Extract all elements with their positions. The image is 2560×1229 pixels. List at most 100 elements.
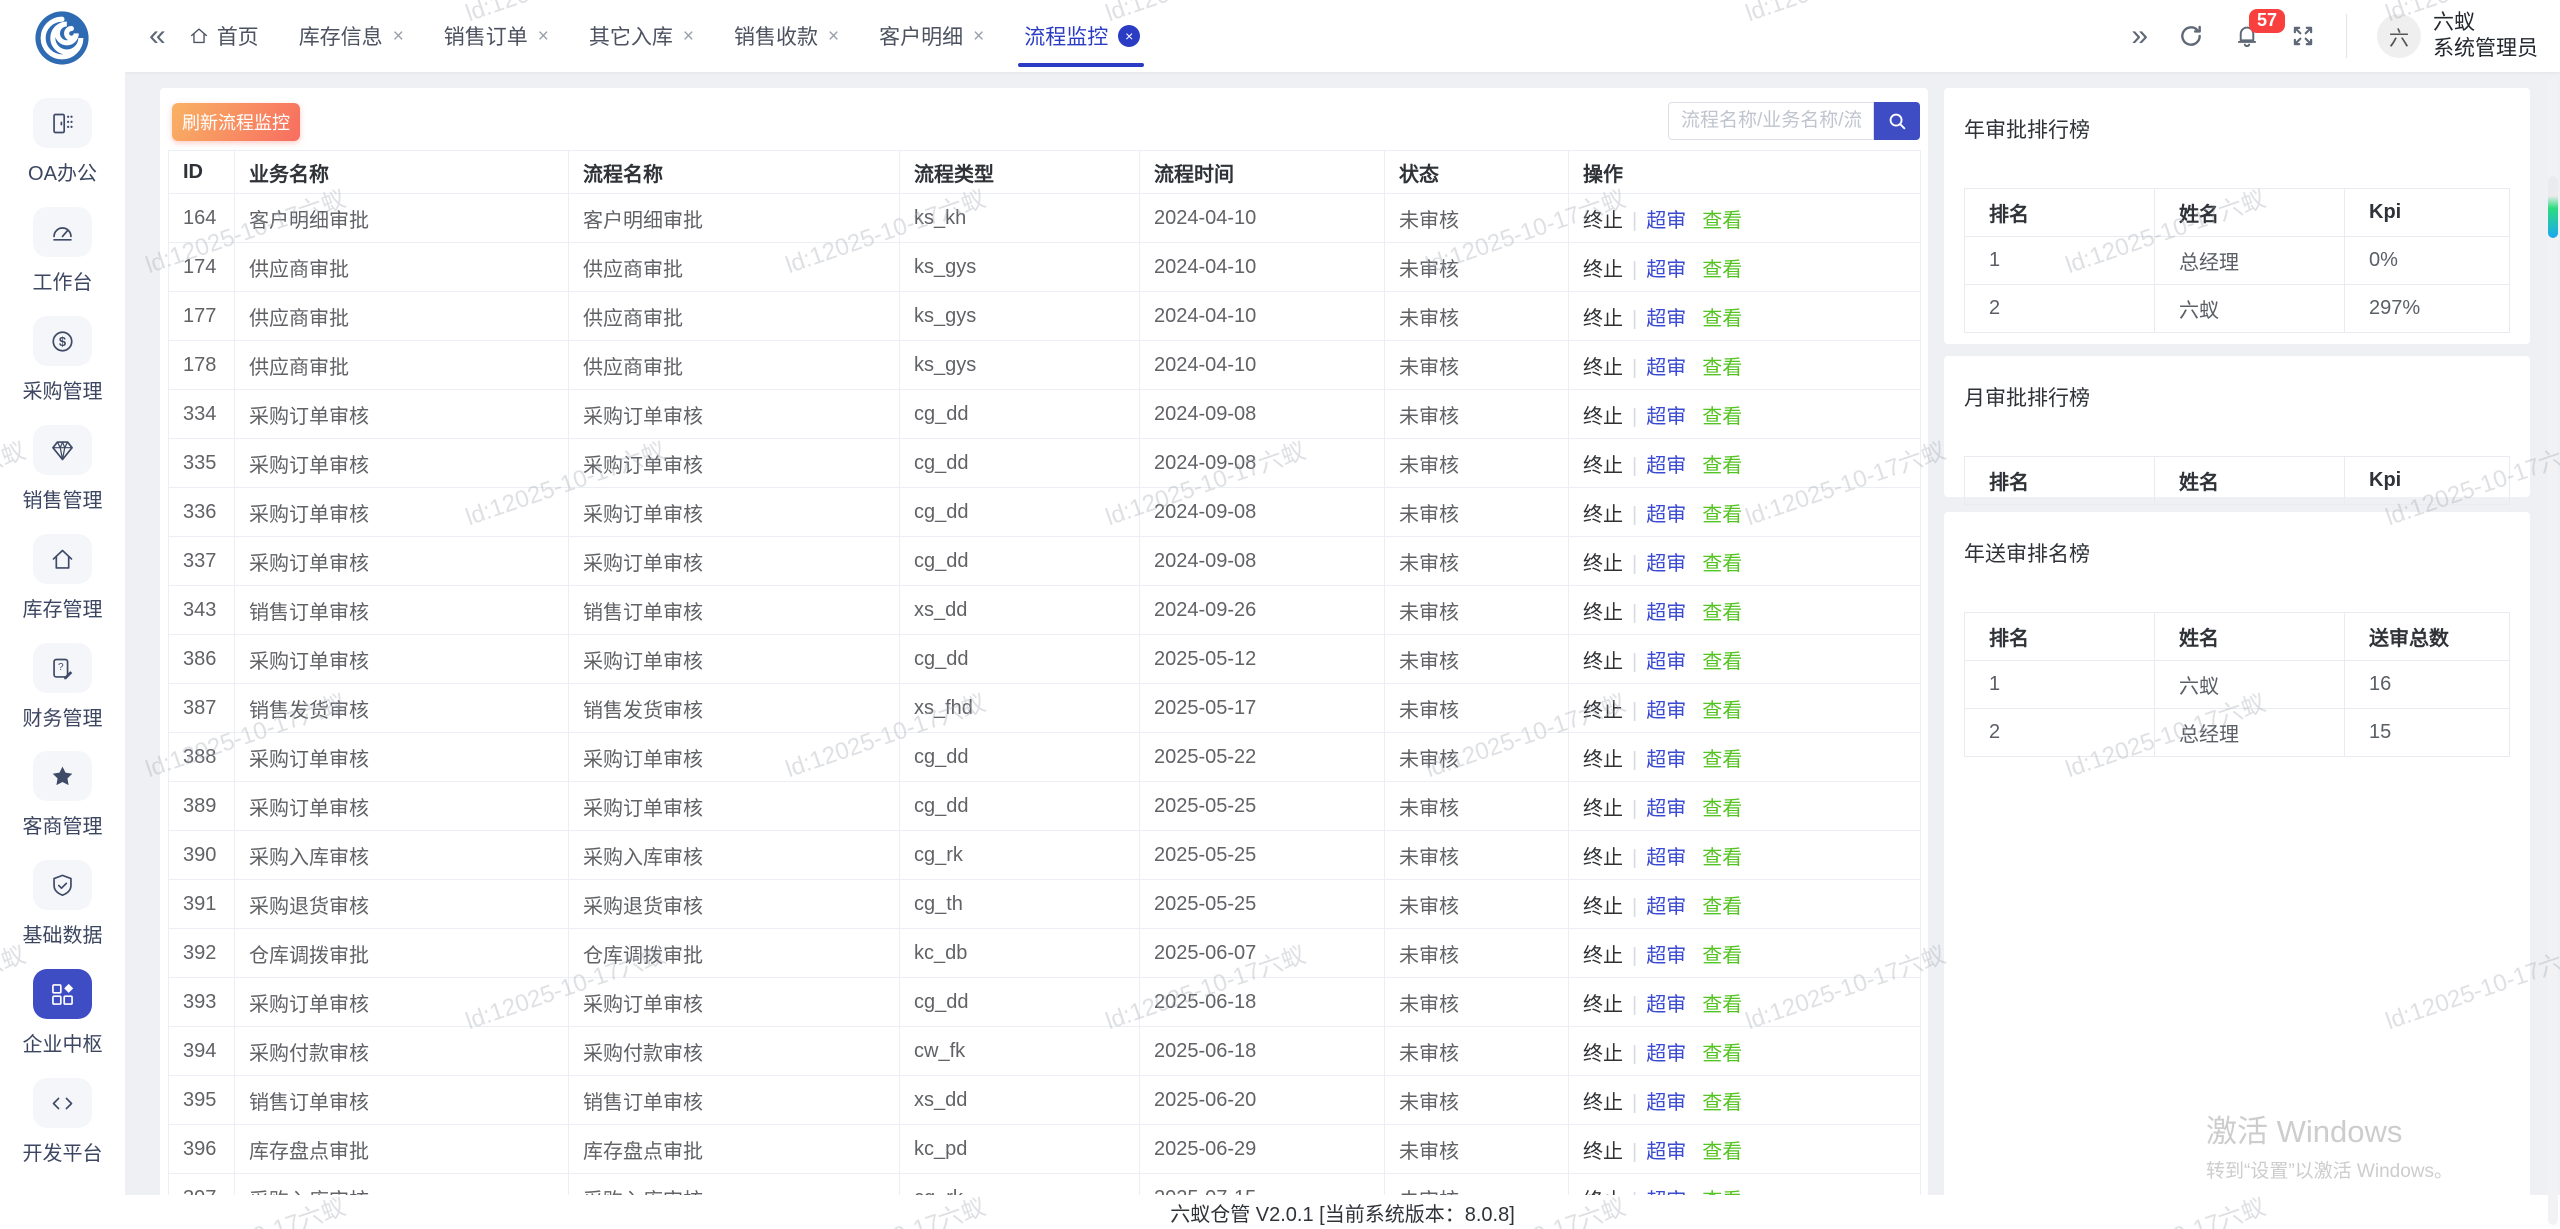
terminate-link[interactable]: 终止: [1583, 406, 1623, 428]
table-row: 392仓库调拨审批仓库调拨审批kc_db2025-06-07未审核终止|超审查看: [169, 929, 1921, 978]
super-audit-link[interactable]: 超审: [1646, 602, 1686, 624]
terminate-link[interactable]: 终止: [1583, 553, 1623, 575]
super-audit-link[interactable]: 超审: [1646, 455, 1686, 477]
terminate-link[interactable]: 终止: [1583, 896, 1623, 918]
tab-客户明细[interactable]: 客户明细×: [879, 21, 984, 51]
notification-bell-icon[interactable]: 57: [2234, 23, 2260, 49]
super-audit-link[interactable]: 超审: [1646, 210, 1686, 232]
view-link[interactable]: 查看: [1702, 259, 1742, 281]
refresh-icon[interactable]: [2178, 23, 2204, 49]
tab-流程监控[interactable]: 流程监控×: [1024, 21, 1140, 51]
tab-其它入库[interactable]: 其它入库×: [589, 21, 694, 51]
view-link[interactable]: 查看: [1702, 749, 1742, 771]
view-link[interactable]: 查看: [1702, 1092, 1742, 1114]
ranking-column-header: 排名: [1965, 613, 2155, 661]
tab-close-icon[interactable]: ×: [1118, 25, 1140, 47]
search-input[interactable]: [1668, 102, 1874, 140]
view-link[interactable]: 查看: [1702, 700, 1742, 722]
view-link[interactable]: 查看: [1702, 1141, 1742, 1163]
scrollbar-thumb[interactable]: [2548, 176, 2558, 238]
terminate-link[interactable]: 终止: [1583, 994, 1623, 1016]
super-audit-link[interactable]: 超审: [1646, 945, 1686, 967]
super-audit-link[interactable]: 超审: [1646, 504, 1686, 526]
sidebar-item-basedata[interactable]: 基础数据: [0, 860, 125, 948]
super-audit-link[interactable]: 超审: [1646, 553, 1686, 575]
sidebar-item-sales[interactable]: 销售管理: [0, 425, 125, 513]
tab-销售收款[interactable]: 销售收款×: [734, 21, 839, 51]
super-audit-link[interactable]: 超审: [1646, 994, 1686, 1016]
sidebar-item-finance[interactable]: ?财务管理: [0, 643, 125, 731]
view-link[interactable]: 查看: [1702, 651, 1742, 673]
terminate-link[interactable]: 终止: [1583, 700, 1623, 722]
view-link[interactable]: 查看: [1702, 994, 1742, 1016]
terminate-link[interactable]: 终止: [1583, 1141, 1623, 1163]
view-link[interactable]: 查看: [1702, 945, 1742, 967]
cell-date: 2024-09-26: [1140, 586, 1385, 635]
super-audit-link[interactable]: 超审: [1646, 1141, 1686, 1163]
super-audit-link[interactable]: 超审: [1646, 406, 1686, 428]
view-link[interactable]: 查看: [1702, 357, 1742, 379]
expand-tabs-icon[interactable]: »: [2131, 21, 2148, 51]
super-audit-link[interactable]: 超审: [1646, 749, 1686, 771]
terminate-link[interactable]: 终止: [1583, 749, 1623, 771]
sidebar-item-inventory[interactable]: 库存管理: [0, 534, 125, 622]
app-logo[interactable]: [33, 9, 91, 67]
tab-close-icon[interactable]: ×: [538, 27, 549, 46]
tab-close-icon[interactable]: ×: [393, 27, 404, 46]
super-audit-link[interactable]: 超审: [1646, 1092, 1686, 1114]
terminate-link[interactable]: 终止: [1583, 1092, 1623, 1114]
super-audit-link[interactable]: 超审: [1646, 259, 1686, 281]
tab-库存信息[interactable]: 库存信息×: [299, 21, 404, 51]
view-link[interactable]: 查看: [1702, 602, 1742, 624]
super-audit-link[interactable]: 超审: [1646, 1043, 1686, 1065]
terminate-link[interactable]: 终止: [1583, 504, 1623, 526]
super-audit-link[interactable]: 超审: [1646, 798, 1686, 820]
tab-首页[interactable]: 首页: [188, 21, 259, 51]
view-link[interactable]: 查看: [1702, 210, 1742, 232]
sidebar-item-purchase[interactable]: $采购管理: [0, 316, 125, 404]
terminate-link[interactable]: 终止: [1583, 1043, 1623, 1065]
terminate-link[interactable]: 终止: [1583, 210, 1623, 232]
super-audit-link[interactable]: 超审: [1646, 896, 1686, 918]
terminate-link[interactable]: 终止: [1583, 455, 1623, 477]
user-menu[interactable]: 六 六蚁 系统管理员: [2377, 10, 2538, 63]
terminate-link[interactable]: 终止: [1583, 798, 1623, 820]
view-link[interactable]: 查看: [1702, 455, 1742, 477]
operation-separator: |: [1632, 553, 1637, 575]
collapse-sidebar-icon[interactable]: «: [149, 21, 166, 51]
terminate-link[interactable]: 终止: [1583, 651, 1623, 673]
terminate-link[interactable]: 终止: [1583, 847, 1623, 869]
fullscreen-icon[interactable]: [2290, 23, 2316, 49]
tab-close-icon[interactable]: ×: [973, 27, 984, 46]
refresh-process-monitor-button[interactable]: 刷新流程监控: [172, 103, 300, 141]
super-audit-link[interactable]: 超审: [1646, 847, 1686, 869]
terminate-link[interactable]: 终止: [1583, 259, 1623, 281]
super-audit-link[interactable]: 超审: [1646, 651, 1686, 673]
terminate-link[interactable]: 终止: [1583, 602, 1623, 624]
operation-separator: |: [1632, 455, 1637, 477]
sidebar-item-workbench[interactable]: 工作台: [0, 207, 125, 295]
tab-close-icon[interactable]: ×: [683, 27, 694, 46]
super-audit-link[interactable]: 超审: [1646, 308, 1686, 330]
tab-close-icon[interactable]: ×: [828, 27, 839, 46]
super-audit-link[interactable]: 超审: [1646, 357, 1686, 379]
terminate-link[interactable]: 终止: [1583, 945, 1623, 967]
search-button[interactable]: [1874, 102, 1920, 140]
super-audit-link[interactable]: 超审: [1646, 700, 1686, 722]
view-link[interactable]: 查看: [1702, 553, 1742, 575]
tab-销售订单[interactable]: 销售订单×: [444, 21, 549, 51]
sidebar-item-partners[interactable]: 客商管理: [0, 751, 125, 839]
terminate-link[interactable]: 终止: [1583, 308, 1623, 330]
sidebar-item-enterprise[interactable]: 企业中枢: [0, 969, 125, 1057]
sidebar-item-oa[interactable]: OA办公: [0, 98, 125, 186]
view-link[interactable]: 查看: [1702, 406, 1742, 428]
terminate-link[interactable]: 终止: [1583, 357, 1623, 379]
sidebar-item-devplatform[interactable]: 开发平台: [0, 1078, 125, 1166]
view-link[interactable]: 查看: [1702, 896, 1742, 918]
view-link[interactable]: 查看: [1702, 798, 1742, 820]
view-link[interactable]: 查看: [1702, 1043, 1742, 1065]
view-link[interactable]: 查看: [1702, 847, 1742, 869]
cell-type: kc_pd: [900, 1125, 1140, 1174]
view-link[interactable]: 查看: [1702, 504, 1742, 526]
view-link[interactable]: 查看: [1702, 308, 1742, 330]
